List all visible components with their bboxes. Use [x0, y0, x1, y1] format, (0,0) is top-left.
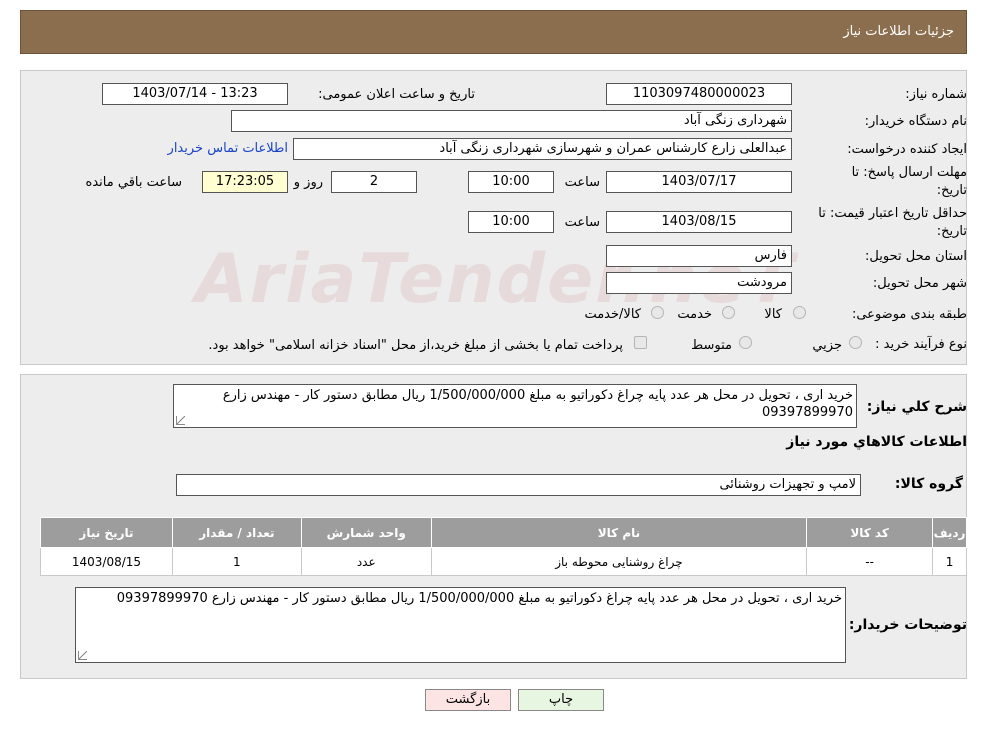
need-number-field[interactable]: 1103097480000023 — [606, 83, 792, 105]
category-label: طبقه بندی موضوعی: — [851, 307, 967, 322]
summary-label: شرح کلي نیاز: — [866, 399, 967, 415]
buyer-notes-label: توضیحات خریدار: — [848, 617, 967, 633]
goods-info-title: اطلاعات کالاهاي مورد نیاز — [786, 434, 967, 450]
city-label: شهر محل تحویل: — [872, 276, 967, 291]
province-label: استان محل تحویل: — [865, 249, 967, 264]
category-option-service: خدمت — [677, 307, 712, 322]
announce-datetime-field[interactable]: 1403/07/14 - 13:23 — [102, 83, 288, 105]
process-radio-medium[interactable] — [739, 336, 752, 349]
category-radio-goods[interactable] — [793, 306, 806, 319]
col-need-date: تاریخ نیاز — [40, 517, 173, 548]
process-option-minor: جزیي — [812, 338, 842, 353]
announce-label: تاریخ و ساعت اعلان عمومی: — [318, 87, 475, 102]
reply-deadline-label-2: تاریخ: — [936, 183, 967, 198]
province-field[interactable]: فارس — [606, 245, 792, 267]
reply-date-field[interactable]: 1403/07/17 — [606, 171, 792, 193]
price-date-field[interactable]: 1403/08/15 — [606, 211, 792, 233]
category-radio-service[interactable] — [722, 306, 735, 319]
page-title: جزئیات اطلاعات نیاز — [843, 24, 954, 39]
page-header: جزئیات اطلاعات نیاز — [20, 10, 967, 54]
buyer-org-label: نام دستگاه خریدار: — [864, 114, 967, 129]
cell-name: چراغ روشنایی محوطه باز — [430, 547, 808, 576]
cell-unit: عدد — [300, 547, 432, 576]
category-radio-goods-service[interactable] — [651, 306, 664, 319]
category-option-goods-service: کالا/خدمت — [584, 307, 641, 322]
creator-field[interactable]: عبدالعلی زارع کارشناس عمران و شهرسازی شه… — [293, 138, 792, 160]
remaining-time-label: ساعت باقي مانده — [85, 175, 182, 190]
price-time-label: ساعت — [564, 215, 600, 230]
reply-deadline-label: مهلت ارسال پاسخ: تا — [851, 165, 967, 180]
goods-group-field[interactable]: لامپ و تجهیزات روشنائی — [176, 474, 861, 496]
city-field[interactable]: مرودشت — [606, 272, 792, 294]
goods-table: ردیف کد کالا نام کالا واحد شمارش تعداد /… — [40, 517, 967, 576]
cell-code: -- — [806, 547, 934, 576]
buyer-org-field[interactable]: شهرداری زنگی آباد — [231, 110, 792, 132]
table-header-row: ردیف کد کالا نام کالا واحد شمارش تعداد /… — [40, 517, 967, 548]
col-code: کد کالا — [806, 517, 934, 548]
goods-group-label: گروه کالا: — [894, 476, 963, 492]
price-time-field[interactable]: 10:00 — [468, 211, 554, 233]
col-row: ردیف — [932, 517, 967, 548]
need-number-label: شماره نیاز: — [905, 87, 967, 102]
category-option-goods: کالا — [764, 307, 782, 322]
print-button[interactable]: چاپ — [518, 689, 604, 711]
buyer-contact-link[interactable]: اطلاعات تماس خریدار — [168, 141, 288, 156]
remaining-days-field: 2 — [331, 171, 417, 193]
reply-time-label: ساعت — [564, 175, 600, 190]
col-name: نام کالا — [430, 517, 808, 548]
treasury-checkbox[interactable] — [634, 336, 647, 349]
days-label: روز و — [293, 175, 323, 190]
resize-handle-icon[interactable] — [176, 416, 185, 425]
process-label: نوع فرآیند خرید : — [875, 337, 967, 352]
cell-quantity: 1 — [171, 547, 302, 576]
back-button[interactable]: بازگشت — [425, 689, 511, 711]
process-radio-minor[interactable] — [849, 336, 862, 349]
col-unit: واحد شمارش — [300, 517, 432, 548]
remaining-time-field: 17:23:05 — [202, 171, 288, 193]
process-note: پرداخت تمام یا بخشی از مبلغ خرید،از محل … — [208, 338, 623, 353]
creator-label: ایجاد کننده درخواست: — [847, 142, 967, 157]
cell-row: 1 — [932, 547, 967, 576]
process-option-medium: متوسط — [691, 338, 732, 353]
summary-textarea[interactable]: خرید اری ، تحویل در محل هر عدد پایه چراغ… — [173, 384, 857, 428]
price-validity-label-2: تاریخ: — [936, 224, 967, 239]
resize-handle-icon[interactable] — [78, 651, 87, 660]
table-row[interactable]: 1 -- چراغ روشنایی محوطه باز عدد 1 1403/0… — [40, 547, 967, 576]
price-validity-label: حداقل تاریخ اعتبار قیمت: تا — [818, 206, 967, 221]
col-quantity: تعداد / مقدار — [171, 517, 302, 548]
cell-need-date: 1403/08/15 — [40, 547, 173, 576]
reply-time-field[interactable]: 10:00 — [468, 171, 554, 193]
buyer-notes-textarea[interactable]: خرید اری ، تحویل در محل هر عدد پایه چراغ… — [75, 587, 846, 663]
